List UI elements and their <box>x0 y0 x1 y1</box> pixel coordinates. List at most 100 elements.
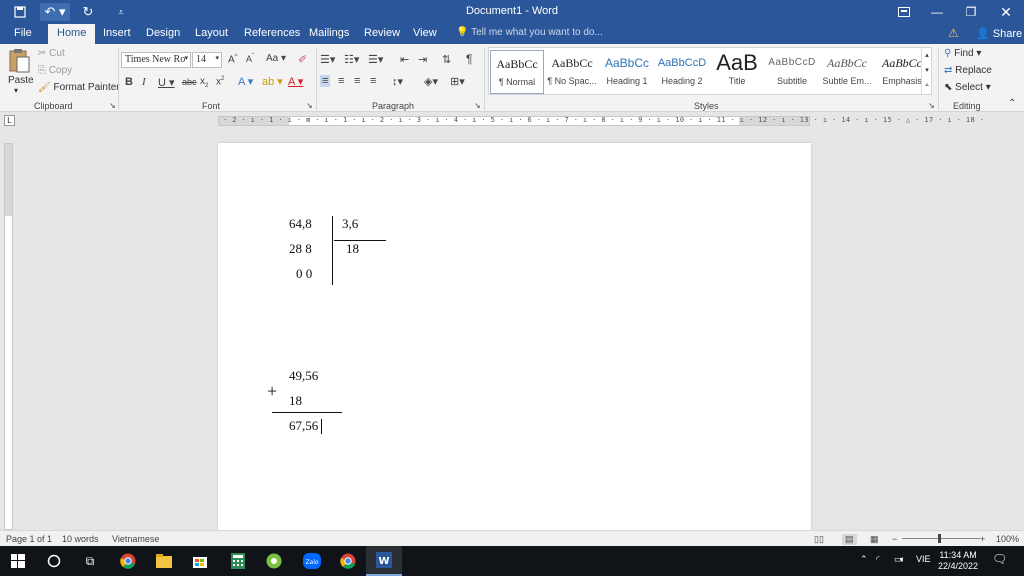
close-button[interactable]: ✕ <box>990 0 1022 24</box>
clear-formatting-icon[interactable]: ✐ <box>298 53 307 66</box>
cortana-search-icon[interactable] <box>36 546 72 576</box>
multilevel-list-icon[interactable]: ☰▾ <box>368 53 383 66</box>
tab-insert[interactable]: Insert <box>103 27 131 39</box>
zoom-slider-knob[interactable] <box>938 534 941 543</box>
read-mode-icon[interactable]: ▯▯ <box>814 534 824 545</box>
sort-icon[interactable]: ⇅ <box>442 53 451 66</box>
vertical-ruler[interactable] <box>4 143 13 530</box>
copy-button[interactable]: ⎘ Copy <box>38 65 72 76</box>
styles-scroll[interactable]: ▴ ▾ ⩡ <box>921 48 932 94</box>
volume-icon[interactable]: 🔈︎ <box>900 554 905 565</box>
style-title[interactable]: AaB Title <box>710 50 764 94</box>
input-language[interactable]: VIE <box>916 554 931 564</box>
style-heading-2[interactable]: AaBbCcD Heading 2 <box>655 50 709 94</box>
notifications-icon[interactable]: 🗨︎ <box>992 552 1007 566</box>
subscript-icon[interactable]: x2 <box>200 76 208 89</box>
font-family-combo[interactable]: Times New Ro ▾ <box>121 52 191 68</box>
wifi-icon[interactable]: ◜ <box>876 554 880 565</box>
align-right-icon[interactable]: ≡ <box>354 75 360 87</box>
tab-selector[interactable]: L <box>4 115 15 126</box>
superscript-icon[interactable]: x2 <box>216 76 224 87</box>
tab-references[interactable]: References <box>244 27 300 39</box>
tab-layout[interactable]: Layout <box>195 27 228 39</box>
increase-indent-icon[interactable]: ⇥ <box>418 53 427 66</box>
ribbon-display-options-icon[interactable] <box>888 0 920 24</box>
file-explorer-icon[interactable] <box>146 546 182 576</box>
document-page[interactable]: 64,8 3,6 28 8 18 0 0 49,56 + 18 67,56 <box>218 143 811 530</box>
show-hidden-icons[interactable]: ⌃ <box>860 554 868 565</box>
shrink-font-icon[interactable]: Aˇ <box>246 54 254 64</box>
word-count[interactable]: 10 words <box>62 534 99 544</box>
zoom-out-icon[interactable]: − <box>892 534 897 544</box>
paste-button[interactable]: Paste <box>8 75 34 86</box>
collapse-ribbon-icon[interactable]: ⌃ <box>1008 98 1016 109</box>
grow-font-icon[interactable]: A^ <box>228 54 238 65</box>
tell-me-search[interactable]: 💡 Tell me what you want to do... <box>456 27 603 38</box>
styles-launcher-icon[interactable]: ↘ <box>928 101 935 110</box>
tab-design[interactable]: Design <box>146 27 180 39</box>
select-button[interactable]: ⬉ Select ▾ <box>944 82 991 93</box>
print-layout-icon[interactable]: ▤ <box>842 534 857 545</box>
bullets-icon[interactable]: ☰▾ <box>320 53 335 66</box>
font-launcher-icon[interactable]: ↘ <box>306 101 313 110</box>
web-layout-icon[interactable]: ▦ <box>870 534 879 545</box>
zalo-icon[interactable]: Zalo <box>294 546 330 576</box>
align-left-icon[interactable]: ≡ <box>320 75 331 87</box>
bold-icon[interactable]: B <box>125 76 133 88</box>
calculator-icon[interactable] <box>220 546 256 576</box>
chrome-secondary-icon[interactable] <box>330 546 366 576</box>
tab-view[interactable]: View <box>413 27 437 39</box>
replace-button[interactable]: ⇄ Replace <box>944 65 992 76</box>
show-formatting-icon[interactable]: ¶ <box>466 52 472 66</box>
zoom-in-icon[interactable]: + <box>980 534 985 544</box>
tab-home[interactable]: Home <box>48 24 96 44</box>
style-no-spacing[interactable]: AaBbCc ¶ No Spac... <box>545 50 599 94</box>
warning-icon[interactable]: ⚠ <box>948 26 959 40</box>
font-size-combo[interactable]: 14 ▾ <box>192 52 222 68</box>
zoom-slider[interactable] <box>902 538 980 539</box>
paragraph-launcher-icon[interactable]: ↘ <box>474 101 481 110</box>
tab-review[interactable]: Review <box>364 27 400 39</box>
store-icon[interactable] <box>182 546 218 576</box>
share-button[interactable]: 👤 Share <box>976 27 1022 40</box>
format-painter-button[interactable]: 🖌 Format Painter <box>38 82 120 93</box>
highlight-icon[interactable]: ab ▾ <box>262 75 283 88</box>
page-count[interactable]: Page 1 of 1 <box>6 534 52 544</box>
language-indicator[interactable]: Vietnamese <box>112 534 159 544</box>
cut-button[interactable]: ✂ Cut <box>38 48 65 59</box>
underline-icon[interactable]: U ▾ <box>158 76 175 89</box>
italic-icon[interactable]: I <box>142 76 146 88</box>
borders-icon[interactable]: ⊞▾ <box>450 75 465 88</box>
style-subtitle[interactable]: AaBbCcD Subtitle <box>765 50 819 94</box>
task-view-icon[interactable]: ⧉ <box>72 546 108 576</box>
align-center-icon[interactable]: ≡ <box>338 75 344 87</box>
clipboard-launcher-icon[interactable]: ↘ <box>109 101 116 110</box>
tab-file[interactable]: File <box>14 27 32 39</box>
style-normal[interactable]: AaBbCc ¶ Normal <box>490 50 544 94</box>
style-subtle-emphasis[interactable]: AaBbCc Subtle Em... <box>820 50 874 94</box>
word-taskbar-icon[interactable]: W <box>366 546 402 576</box>
numbering-icon[interactable]: ☷▾ <box>344 53 359 66</box>
justify-icon[interactable]: ≡ <box>370 75 376 87</box>
paste-icon[interactable] <box>8 48 30 77</box>
restore-button[interactable]: ❐ <box>955 0 987 24</box>
tab-mailings[interactable]: Mailings <box>309 27 349 39</box>
paste-dropdown-icon[interactable]: ▾ <box>14 86 18 95</box>
change-case-icon[interactable]: Aa ▾ <box>266 53 286 64</box>
horizontal-ruler[interactable]: · 2 · ı · 1 · ı · ⊠ · ı · 1 · ı · 2 · ı … <box>218 116 984 126</box>
text-effects-icon[interactable]: A ▾ <box>238 75 253 88</box>
decrease-indent-icon[interactable]: ⇤ <box>400 53 409 66</box>
windows-start-icon[interactable] <box>0 546 36 576</box>
line-spacing-icon[interactable]: ↕▾ <box>392 75 403 88</box>
green-app-icon[interactable] <box>256 546 292 576</box>
chrome-icon[interactable] <box>110 546 146 576</box>
zoom-level[interactable]: 100% <box>996 534 1019 544</box>
clock[interactable]: 11:34 AM 22/4/2022 <box>938 550 978 572</box>
minimize-button[interactable]: — <box>921 0 953 24</box>
strikethrough-icon[interactable]: abc <box>182 77 197 87</box>
find-button[interactable]: ⚲ Find ▾ <box>944 48 981 59</box>
shading-icon[interactable]: ◈▾ <box>424 75 438 88</box>
replace-icon: ⇄ <box>944 65 953 76</box>
font-color-icon[interactable]: A ▾ <box>288 75 303 88</box>
style-heading-1[interactable]: AaBbCc Heading 1 <box>600 50 654 94</box>
